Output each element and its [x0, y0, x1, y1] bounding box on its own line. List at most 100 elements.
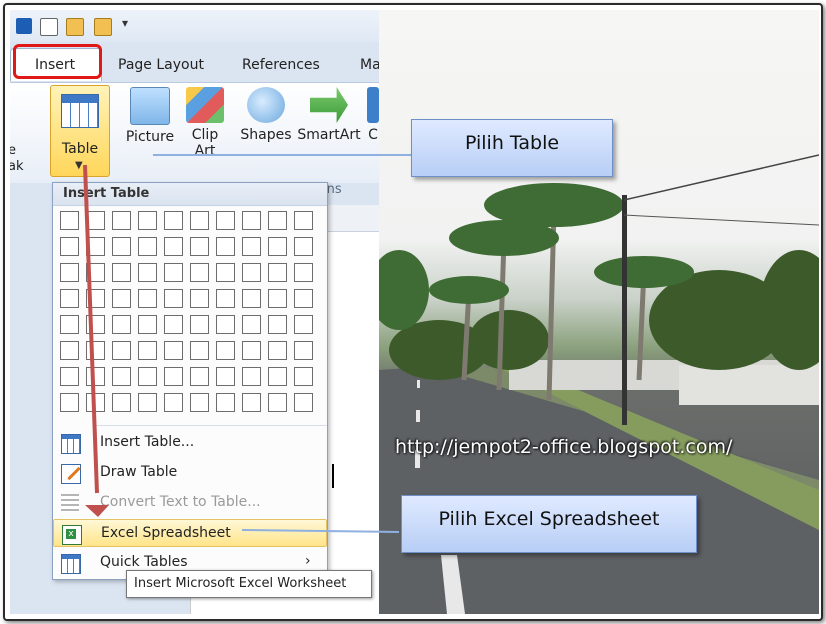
grid-cell[interactable]: [86, 341, 105, 360]
grid-cell[interactable]: [190, 211, 209, 230]
grid-cell[interactable]: [112, 237, 131, 256]
grid-cell[interactable]: [138, 341, 157, 360]
grid-cell[interactable]: [216, 315, 235, 334]
menu-convert-text-to-table[interactable]: Convert Text to Table...: [53, 489, 327, 517]
grid-cell[interactable]: [164, 289, 183, 308]
grid-cell[interactable]: [294, 263, 313, 282]
grid-cell[interactable]: [138, 393, 157, 412]
grid-cell[interactable]: [268, 237, 287, 256]
grid-cell[interactable]: [268, 393, 287, 412]
grid-cell[interactable]: [216, 289, 235, 308]
grid-cell[interactable]: [60, 289, 79, 308]
grid-cell[interactable]: [112, 315, 131, 334]
grid-cell[interactable]: [138, 289, 157, 308]
grid-cell[interactable]: [216, 341, 235, 360]
grid-cell[interactable]: [268, 341, 287, 360]
grid-cell[interactable]: [60, 263, 79, 282]
grid-cell[interactable]: [294, 289, 313, 308]
grid-cell[interactable]: [190, 237, 209, 256]
grid-cell[interactable]: [138, 367, 157, 386]
grid-cell[interactable]: [242, 263, 261, 282]
grid-cell[interactable]: [268, 367, 287, 386]
grid-cell[interactable]: [60, 341, 79, 360]
print-preview-icon[interactable]: [40, 18, 58, 36]
grid-cell[interactable]: [242, 367, 261, 386]
grid-cell[interactable]: [112, 367, 131, 386]
grid-cell[interactable]: [294, 211, 313, 230]
grid-cell[interactable]: [190, 341, 209, 360]
tab-page-layout[interactable]: Page Layout: [118, 57, 204, 73]
menu-draw-table[interactable]: Draw Table: [53, 459, 327, 487]
grid-cell[interactable]: [86, 237, 105, 256]
grid-cell[interactable]: [164, 263, 183, 282]
grid-cell[interactable]: [60, 393, 79, 412]
grid-cell[interactable]: [268, 289, 287, 308]
grid-cell[interactable]: [138, 315, 157, 334]
callout-table-text: Pilih Table: [464, 132, 560, 154]
open-folder-icon[interactable]: [94, 18, 112, 36]
grid-cell[interactable]: [242, 393, 261, 412]
grid-cell[interactable]: [294, 341, 313, 360]
grid-cell[interactable]: [138, 263, 157, 282]
grid-cell[interactable]: [164, 211, 183, 230]
grid-cell[interactable]: [138, 237, 157, 256]
folder-icon[interactable]: [66, 18, 84, 36]
grid-cell[interactable]: [60, 211, 79, 230]
grid-cell[interactable]: [164, 315, 183, 334]
grid-cell[interactable]: [242, 289, 261, 308]
grid-cell[interactable]: [268, 211, 287, 230]
grid-cell[interactable]: [216, 393, 235, 412]
grid-cell[interactable]: [190, 263, 209, 282]
grid-cell[interactable]: [60, 237, 79, 256]
grid-cell[interactable]: [268, 315, 287, 334]
grid-cell[interactable]: [190, 315, 209, 334]
word-window: ▾ Insert Page Layout References Ma e ak …: [10, 10, 379, 614]
picture-button[interactable]: Picture: [122, 87, 178, 145]
grid-cell[interactable]: [294, 367, 313, 386]
grid-cell[interactable]: [164, 237, 183, 256]
grid-cell[interactable]: [86, 393, 105, 412]
grid-cell[interactable]: [190, 393, 209, 412]
grid-cell[interactable]: [60, 315, 79, 334]
menu-insert-table[interactable]: Insert Table...: [53, 429, 327, 457]
tab-mailings[interactable]: Ma: [360, 57, 379, 73]
grid-cell[interactable]: [86, 315, 105, 334]
grid-cell[interactable]: [242, 341, 261, 360]
grid-cell[interactable]: [112, 263, 131, 282]
customize-qat-icon[interactable]: ▾: [122, 16, 130, 32]
grid-cell[interactable]: [86, 289, 105, 308]
smartart-button[interactable]: SmartArt: [296, 87, 362, 143]
grid-cell[interactable]: [138, 211, 157, 230]
grid-cell[interactable]: [86, 367, 105, 386]
grid-cell[interactable]: [268, 263, 287, 282]
grid-cell[interactable]: [216, 211, 235, 230]
shapes-button[interactable]: Shapes: [236, 87, 296, 143]
grid-cell[interactable]: [242, 237, 261, 256]
grid-cell[interactable]: [294, 237, 313, 256]
grid-cell[interactable]: [190, 289, 209, 308]
grid-cell[interactable]: [112, 393, 131, 412]
grid-cell[interactable]: [86, 263, 105, 282]
grid-cell[interactable]: [242, 315, 261, 334]
grid-cell[interactable]: [86, 211, 105, 230]
grid-cell[interactable]: [216, 237, 235, 256]
clip-art-button[interactable]: Clip Art: [180, 87, 230, 159]
menu-draw-table-label: Draw Table: [100, 464, 178, 480]
grid-cell[interactable]: [112, 341, 131, 360]
grid-cell[interactable]: [190, 367, 209, 386]
grid-cell[interactable]: [112, 289, 131, 308]
grid-cell[interactable]: [164, 367, 183, 386]
grid-cell[interactable]: [164, 393, 183, 412]
table-button[interactable]: Table ▼: [50, 85, 110, 177]
chart-button-partial[interactable]: C: [366, 87, 379, 143]
grid-cell[interactable]: [216, 263, 235, 282]
menu-excel-spreadsheet[interactable]: x Excel Spreadsheet: [53, 519, 327, 547]
tab-references[interactable]: References: [242, 57, 320, 73]
grid-cell[interactable]: [60, 367, 79, 386]
grid-cell[interactable]: [294, 315, 313, 334]
grid-cell[interactable]: [164, 341, 183, 360]
grid-cell[interactable]: [112, 211, 131, 230]
grid-cell[interactable]: [294, 393, 313, 412]
grid-cell[interactable]: [242, 211, 261, 230]
grid-cell[interactable]: [216, 367, 235, 386]
